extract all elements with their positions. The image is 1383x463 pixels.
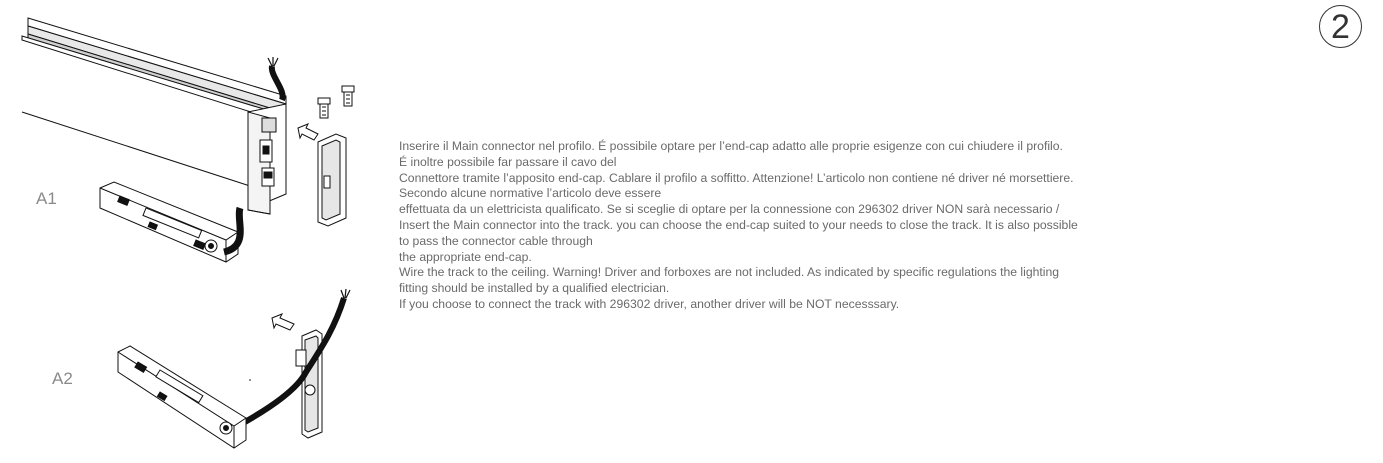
assembly-illustration bbox=[21, 17, 355, 449]
instructions-text: Inserire il Main connector nel profilo. … bbox=[399, 139, 1359, 313]
insert-arrow-icon bbox=[297, 123, 319, 141]
instruction-line: fitting should be installed by a qualifi… bbox=[399, 281, 670, 296]
instruction-line: É inoltre possibile far passare il cavo … bbox=[399, 154, 617, 169]
insert-arrow-icon-a2 bbox=[271, 313, 295, 331]
instruction-line: Connettore tramite l’apposito end-cap. C… bbox=[399, 170, 1074, 185]
instruction-line: If you choose to connect the track with … bbox=[399, 296, 900, 311]
step-number-badge: 2 bbox=[1319, 5, 1362, 48]
instruction-line: the appropriate end-cap. bbox=[399, 249, 532, 264]
instruction-line: to pass the connector cable through bbox=[399, 233, 593, 248]
cable-a2 bbox=[232, 288, 351, 431]
label-a1: A1 bbox=[36, 189, 57, 208]
track-profile-illustration bbox=[21, 17, 287, 215]
instruction-line: Secondo alcune normative l’articolo deve… bbox=[399, 186, 662, 201]
label-a2: A2 bbox=[52, 369, 73, 388]
instruction-line: Insert the Main connector into the track… bbox=[399, 217, 1078, 232]
screws-illustration bbox=[317, 85, 355, 119]
instruction-line: Wire the track to the ceiling. Warning! … bbox=[399, 265, 1060, 280]
main-connector-illustration-a2 bbox=[117, 345, 247, 449]
end-cap-illustration bbox=[317, 133, 347, 227]
instruction-line: Inserire il Main connector nel profilo. … bbox=[399, 139, 1063, 153]
instruction-line: effettuata da un elettricista qualificat… bbox=[399, 202, 1060, 217]
